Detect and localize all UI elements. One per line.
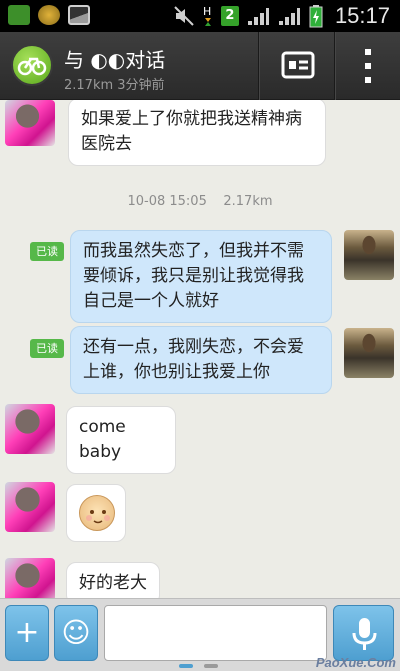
page-indicator — [204, 664, 218, 668]
read-receipt: 已读 — [30, 242, 64, 261]
notification-badge: 2 — [220, 6, 239, 26]
voice-button[interactable] — [333, 605, 394, 661]
sync-icon — [38, 5, 60, 25]
profile-card-icon — [281, 51, 315, 79]
sim-icon — [8, 5, 30, 25]
message-bubble[interactable]: 好的老大 — [66, 562, 160, 598]
avatar[interactable] — [344, 328, 394, 378]
avatar[interactable] — [344, 230, 394, 280]
signal-icon — [278, 8, 300, 25]
status-bar: H 2 15:17 — [0, 0, 400, 32]
svg-text:H: H — [203, 5, 211, 18]
more-menu-button[interactable] — [334, 32, 400, 100]
add-attachment-button[interactable]: + — [5, 605, 49, 661]
mute-icon — [174, 6, 194, 26]
data-icon: H — [203, 5, 211, 26]
more-vertical-icon — [365, 49, 371, 83]
watermark: PaoXue.Com — [315, 655, 396, 670]
message-bubble[interactable]: 如果爱上了你就把我送精神病 医院去 — [68, 100, 326, 166]
message-list[interactable]: 如果爱上了你就把我送精神病 医院去 10-08 15:05 2.17km 已读 … — [0, 100, 400, 598]
read-receipt: 已读 — [30, 339, 64, 358]
emoji-button[interactable]: ☺ — [54, 605, 98, 661]
battery-icon — [309, 5, 323, 28]
message-bubble[interactable]: 而我虽然失恋了，但我并不需 要倾诉，我只是别让我觉得我 自己是一个人就好 — [70, 230, 332, 323]
image-icon — [68, 5, 90, 25]
avatar[interactable] — [5, 482, 55, 532]
time-divider: 10-08 15:05 2.17km — [127, 194, 273, 209]
bicycle-icon — [17, 57, 47, 76]
clock: 15:17 — [334, 3, 390, 28]
profile-card-button[interactable] — [258, 32, 334, 100]
status-right-icons: H 2 15:17 — [173, 3, 390, 29]
chat-header: 与 ◐◐对话 2.17km 3分钟前 — [0, 32, 400, 100]
signal-icon — [247, 8, 269, 25]
avatar[interactable] — [5, 100, 55, 146]
chat-subtitle: 2.17km 3分钟前 — [64, 78, 165, 93]
emoji-sticker-icon — [79, 495, 115, 531]
status-left-icons — [8, 5, 90, 25]
avatar[interactable] — [5, 558, 55, 598]
page-indicator-active — [179, 664, 193, 668]
microphone-icon — [352, 618, 377, 650]
avatar[interactable] — [5, 404, 55, 454]
message-bubble[interactable]: come baby — [66, 406, 176, 474]
chat-title: 与 ◐◐对话 — [64, 48, 166, 72]
app-logo[interactable] — [11, 44, 53, 86]
message-bubble[interactable]: 还有一点，我刚失恋，不会爱 上谁，你也别让我爱上你 — [70, 326, 332, 394]
message-input[interactable] — [104, 605, 327, 661]
